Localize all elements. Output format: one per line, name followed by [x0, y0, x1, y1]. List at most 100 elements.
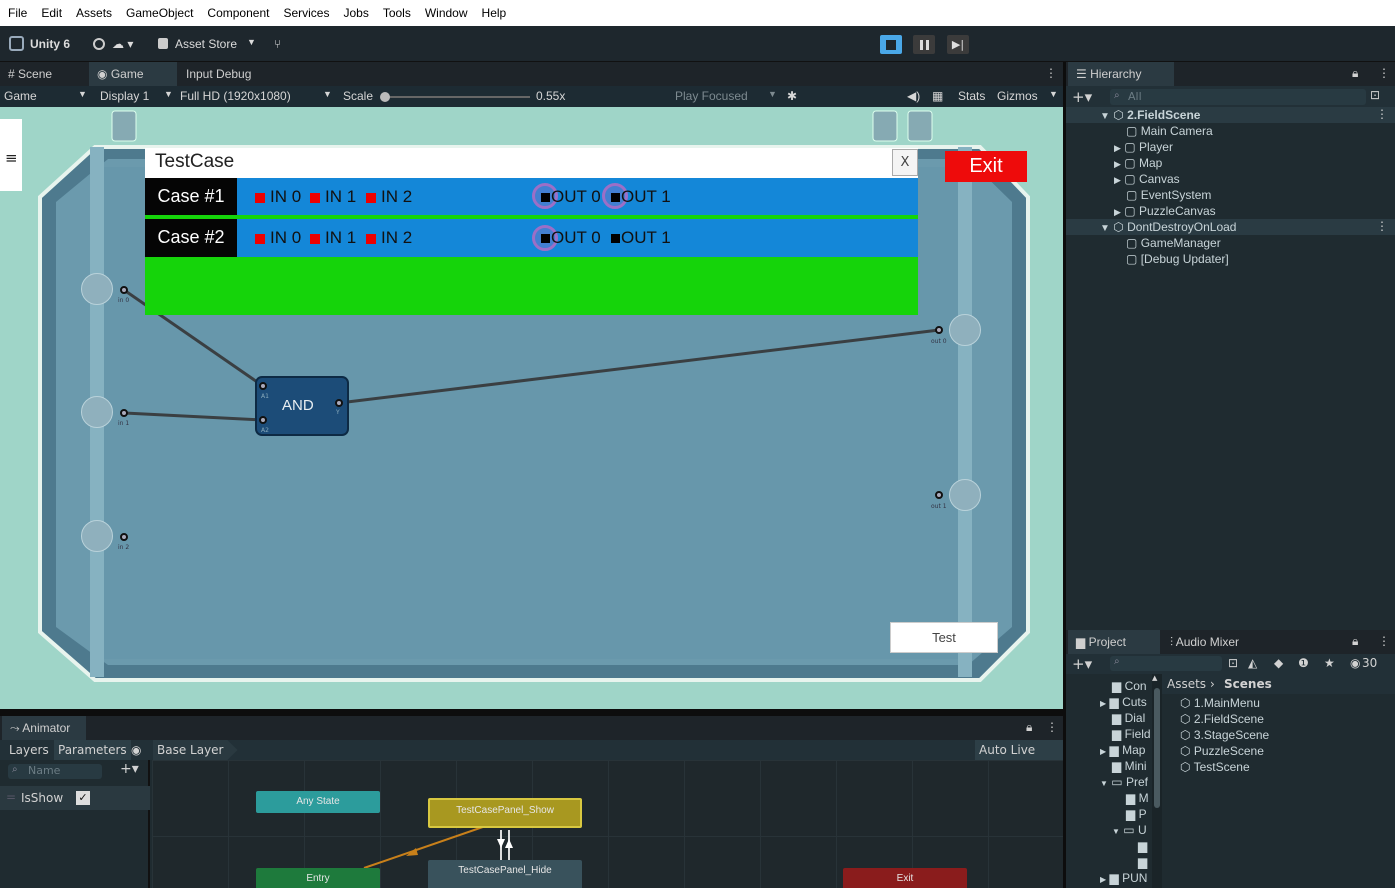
- label-icon[interactable]: ◆: [1274, 656, 1283, 670]
- state-exit[interactable]: Exit: [843, 868, 967, 888]
- menu-jobs[interactable]: Jobs: [343, 6, 368, 20]
- menu-tools[interactable]: Tools: [383, 6, 411, 20]
- more-options-icon[interactable]: ⋮: [1045, 66, 1057, 80]
- step-button[interactable]: ▶|: [947, 35, 969, 54]
- audio-icon[interactable]: ◀): [907, 89, 920, 103]
- state-hide[interactable]: TestCasePanel_Hide: [428, 860, 582, 888]
- state-any[interactable]: Any State: [256, 791, 380, 813]
- input-button-2[interactable]: [81, 520, 113, 552]
- tab-hierarchy[interactable]: ☰ Hierarchy: [1068, 62, 1174, 86]
- lock-icon[interactable]: 🔒︎: [1352, 634, 1358, 649]
- tab-game[interactable]: ◉ Game: [89, 62, 177, 86]
- scene-menu-icon[interactable]: ⋮: [1376, 107, 1388, 121]
- state-graph[interactable]: Any State TestCasePanel_Show TestCasePan…: [152, 760, 1063, 888]
- game-mode-dropdown[interactable]: Game: [4, 89, 37, 103]
- tab-project[interactable]: ▆ Project: [1068, 630, 1160, 654]
- drag-handle-icon[interactable]: =: [6, 790, 16, 804]
- bug-icon[interactable]: ✱: [787, 89, 797, 103]
- horizontal-splitter[interactable]: [0, 709, 1063, 716]
- port-out0[interactable]: [935, 326, 943, 334]
- menu-edit[interactable]: Edit: [41, 6, 62, 20]
- gizmos-chevron-icon[interactable]: ▼: [1049, 89, 1058, 99]
- account-icon[interactable]: [93, 38, 105, 50]
- scale-slider-handle[interactable]: [380, 92, 390, 102]
- asset-fieldscene[interactable]: ⬡ 2.FieldScene: [1180, 711, 1264, 727]
- hierarchy-item-player[interactable]: ▶ ▢ Player: [1114, 139, 1173, 155]
- base-layer-breadcrumb[interactable]: Base Layer: [153, 740, 238, 760]
- pause-button[interactable]: [913, 35, 935, 54]
- port-in2[interactable]: [120, 533, 128, 541]
- state-show[interactable]: TestCasePanel_Show: [428, 798, 582, 828]
- warning-icon[interactable]: ❶: [1298, 656, 1309, 670]
- folder-field[interactable]: ▆ Field: [1112, 726, 1151, 742]
- hierarchy-item-main-camera[interactable]: ▢ Main Camera: [1126, 123, 1213, 139]
- asset-store-button[interactable]: Asset Store: [175, 37, 237, 51]
- breadcrumb-assets[interactable]: Assets: [1167, 677, 1206, 691]
- stats-button[interactable]: Stats: [958, 89, 985, 103]
- add-icon[interactable]: +▾: [1072, 655, 1092, 673]
- gate-input-a2[interactable]: [259, 416, 267, 424]
- asset-puzzlescene[interactable]: ⬡ PuzzleScene: [1180, 743, 1264, 759]
- input-button-0[interactable]: [81, 273, 113, 305]
- case-row-2[interactable]: Case #2 IN 0 IN 1 IN 2 OUT 0 OUT 1: [145, 219, 918, 257]
- version-control-icon[interactable]: ⑂: [274, 37, 281, 51]
- search-options-icon[interactable]: ⊡: [1228, 656, 1238, 670]
- folder-u[interactable]: ▼ ▭ U: [1112, 822, 1147, 838]
- star-icon[interactable]: ★: [1324, 656, 1335, 670]
- hierarchy-item-puzzlecanvas[interactable]: ▶ ▢ PuzzleCanvas: [1114, 203, 1216, 219]
- folder-sub-1[interactable]: ▆: [1138, 838, 1147, 854]
- hierarchy-item-gamemanager[interactable]: ▢ GameManager: [1126, 235, 1221, 251]
- hierarchy-item-debug-updater[interactable]: ▢ [Debug Updater]: [1126, 251, 1229, 267]
- gate-output-y[interactable]: [335, 399, 343, 407]
- parameter-search-input[interactable]: ⌕ Name: [8, 764, 102, 779]
- side-drawer[interactable]: ≡: [0, 119, 22, 191]
- hierarchy-item-eventsystem[interactable]: ▢ EventSystem: [1126, 187, 1211, 203]
- more-options-icon[interactable]: ⋮: [1378, 66, 1390, 80]
- gizmos-button[interactable]: Gizmos: [997, 89, 1038, 103]
- breadcrumb-scenes[interactable]: Scenes: [1224, 677, 1272, 691]
- menu-component[interactable]: Component: [207, 6, 269, 20]
- menu-assets[interactable]: Assets: [76, 6, 112, 20]
- project-search-input[interactable]: ⌕: [1110, 656, 1222, 671]
- close-button[interactable]: X: [892, 149, 918, 176]
- output-button-0[interactable]: [949, 314, 981, 346]
- folder-m[interactable]: ▆ M: [1126, 790, 1149, 806]
- unity-version-label[interactable]: Unity 6: [30, 37, 70, 51]
- resolution-dropdown[interactable]: Full HD (1920x1080): [180, 89, 291, 103]
- display-dropdown[interactable]: Display 1: [100, 89, 149, 103]
- menu-file[interactable]: File: [8, 6, 27, 20]
- more-options-icon[interactable]: ⋮: [1378, 634, 1390, 648]
- ddol-menu-icon[interactable]: ⋮: [1376, 219, 1388, 233]
- input-button-1[interactable]: [81, 396, 113, 428]
- port-out1[interactable]: [935, 491, 943, 499]
- test-button[interactable]: Test: [890, 622, 998, 653]
- lock-icon[interactable]: 🔒︎: [1352, 66, 1358, 81]
- layers-tab[interactable]: Layers: [9, 743, 49, 757]
- folder-p[interactable]: ▆ P: [1126, 806, 1147, 822]
- folder-mini[interactable]: ▆ Mini: [1112, 758, 1147, 774]
- filter-type-icon[interactable]: ◭: [1248, 656, 1257, 670]
- tree-scrollbar[interactable]: ▲: [1152, 674, 1162, 888]
- eye-icon[interactable]: ◉: [1350, 656, 1360, 670]
- gate-input-a1[interactable]: [259, 382, 267, 390]
- folder-dial[interactable]: ▆ Dial: [1112, 710, 1145, 726]
- isshow-checkbox[interactable]: ✓: [76, 791, 90, 805]
- menu-help[interactable]: Help: [482, 6, 507, 20]
- play-focused-dropdown[interactable]: Play Focused: [675, 89, 748, 103]
- state-entry[interactable]: Entry: [256, 868, 380, 888]
- grid-icon[interactable]: ▦: [932, 89, 943, 103]
- add-icon[interactable]: +▾: [1072, 88, 1092, 106]
- folder-map[interactable]: ▶ ▆ Map: [1100, 742, 1145, 758]
- cloud-icon[interactable]: ☁ ▾: [112, 37, 133, 51]
- folder-pref[interactable]: ▼ ▭ Pref: [1100, 774, 1148, 790]
- hierarchy-item-dontdestroyonload[interactable]: ▼ ⬡ DontDestroyOnLoad: [1100, 219, 1236, 235]
- menu-window[interactable]: Window: [425, 6, 468, 20]
- folder-sub-2[interactable]: ▆: [1138, 854, 1147, 870]
- tab-animator[interactable]: ⤳ Animator: [2, 716, 86, 740]
- folder-pun[interactable]: ▶ ▆ PUN: [1100, 870, 1147, 886]
- hierarchy-item-canvas[interactable]: ▶ ▢ Canvas: [1114, 171, 1180, 187]
- hamburger-icon[interactable]: ≡: [5, 149, 18, 167]
- asset-store-dropdown-icon[interactable]: ▼: [247, 37, 256, 47]
- lock-icon[interactable]: 🔒︎: [1026, 720, 1032, 735]
- add-parameter-icon[interactable]: +▾: [120, 761, 139, 777]
